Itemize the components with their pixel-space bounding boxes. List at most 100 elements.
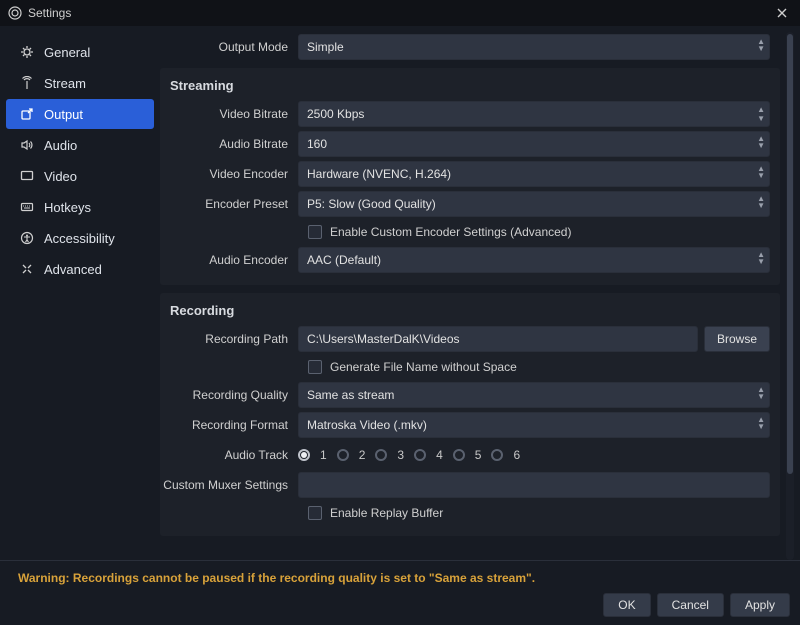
output-mode-label: Output Mode xyxy=(160,40,298,54)
video-bitrate-label: Video Bitrate xyxy=(160,107,298,121)
recording-format-select[interactable]: Matroska Video (.mkv) ▲▼ xyxy=(298,412,770,438)
sidebar-item-video[interactable]: Video xyxy=(6,161,154,191)
cancel-button[interactable]: Cancel xyxy=(657,593,724,617)
track-label: 6 xyxy=(513,448,520,462)
track-label: 1 xyxy=(320,448,327,462)
audio-encoder-value: AAC (Default) xyxy=(307,253,381,267)
content-pane: Output Mode Simple ▲▼ Streaming Video Bi… xyxy=(160,32,782,560)
accessibility-icon xyxy=(18,231,36,245)
audio-track-1-radio[interactable] xyxy=(298,449,310,461)
video-bitrate-value: 2500 Kbps xyxy=(307,107,364,121)
tools-icon xyxy=(18,262,36,276)
scrollbar-thumb[interactable] xyxy=(787,34,793,474)
gen-filename-no-space-label: Generate File Name without Space xyxy=(330,360,517,374)
sidebar-label: Video xyxy=(44,169,77,184)
video-encoder-value: Hardware (NVENC, H.264) xyxy=(307,167,451,181)
sidebar-label: Stream xyxy=(44,76,86,91)
export-icon xyxy=(18,107,36,121)
recording-quality-select[interactable]: Same as stream ▲▼ xyxy=(298,382,770,408)
output-mode-value: Simple xyxy=(307,40,344,54)
chevron-updown-icon: ▲▼ xyxy=(757,386,765,400)
obs-logo-icon xyxy=(8,6,22,20)
encoder-preset-value: P5: Slow (Good Quality) xyxy=(307,197,436,211)
custom-muxer-input[interactable] xyxy=(298,472,770,498)
audio-bitrate-value: 160 xyxy=(307,137,327,151)
audio-track-6-radio[interactable] xyxy=(491,449,503,461)
sidebar-item-stream[interactable]: Stream xyxy=(6,68,154,98)
video-encoder-label: Video Encoder xyxy=(160,167,298,181)
sidebar-label: Advanced xyxy=(44,262,102,277)
recording-quality-value: Same as stream xyxy=(307,388,394,402)
warning-text: Warning: Recordings cannot be paused if … xyxy=(10,567,790,593)
recording-format-label: Recording Format xyxy=(160,418,298,432)
audio-track-group: 1 2 3 4 5 6 xyxy=(298,448,770,462)
output-mode-row: Output Mode Simple ▲▼ xyxy=(160,32,780,62)
recording-quality-label: Recording Quality xyxy=(160,388,298,402)
monitor-icon xyxy=(18,169,36,183)
enable-replay-buffer-label: Enable Replay Buffer xyxy=(330,506,443,520)
chevron-updown-icon: ▲▼ xyxy=(757,38,765,52)
audio-track-2-radio[interactable] xyxy=(337,449,349,461)
gear-icon xyxy=(18,45,36,59)
sidebar-item-advanced[interactable]: Advanced xyxy=(6,254,154,284)
chevron-updown-icon: ▲▼ xyxy=(757,251,765,265)
sidebar-label: Output xyxy=(44,107,83,122)
chevron-updown-icon: ▲▼ xyxy=(757,165,765,179)
chevron-updown-icon: ▲▼ xyxy=(757,135,765,149)
recording-path-label: Recording Path xyxy=(160,332,298,346)
audio-track-5-radio[interactable] xyxy=(453,449,465,461)
sidebar: General Stream Output Audio Video Hotkey… xyxy=(0,26,160,560)
chevron-updown-icon: ▲▼ xyxy=(757,416,765,430)
antenna-icon xyxy=(18,76,36,90)
recording-section: Recording Recording Path C:\Users\Master… xyxy=(160,293,780,536)
scrollbar[interactable] xyxy=(786,32,794,560)
ok-button[interactable]: OK xyxy=(603,593,650,617)
recording-format-value: Matroska Video (.mkv) xyxy=(307,418,427,432)
streaming-section: Streaming Video Bitrate 2500 Kbps ▲▼ Aud… xyxy=(160,68,780,285)
gen-filename-no-space-checkbox[interactable] xyxy=(308,360,322,374)
spinner-icon[interactable]: ▲▼ xyxy=(757,105,765,123)
speaker-icon xyxy=(18,138,36,152)
titlebar: Settings xyxy=(0,0,800,26)
audio-encoder-select[interactable]: AAC (Default) ▲▼ xyxy=(298,247,770,273)
enable-replay-buffer-checkbox[interactable] xyxy=(308,506,322,520)
window-title: Settings xyxy=(28,6,772,20)
audio-track-label: Audio Track xyxy=(160,448,298,462)
keyboard-icon xyxy=(18,200,36,214)
sidebar-item-hotkeys[interactable]: Hotkeys xyxy=(6,192,154,222)
close-button[interactable] xyxy=(772,3,792,23)
recording-path-input[interactable]: C:\Users\MasterDalK\Videos xyxy=(298,326,698,352)
recording-path-value: C:\Users\MasterDalK\Videos xyxy=(307,332,460,346)
audio-track-4-radio[interactable] xyxy=(414,449,426,461)
apply-button[interactable]: Apply xyxy=(730,593,790,617)
encoder-preset-select[interactable]: P5: Slow (Good Quality) ▲▼ xyxy=(298,191,770,217)
browse-button[interactable]: Browse xyxy=(704,326,770,352)
enable-custom-encoder-label: Enable Custom Encoder Settings (Advanced… xyxy=(330,225,571,239)
settings-window: Settings General Stream Output Audio xyxy=(0,0,800,625)
streaming-title: Streaming xyxy=(160,74,780,99)
audio-encoder-label: Audio Encoder xyxy=(160,253,298,267)
sidebar-label: Accessibility xyxy=(44,231,115,246)
audio-track-3-radio[interactable] xyxy=(375,449,387,461)
track-label: 3 xyxy=(397,448,404,462)
video-bitrate-input[interactable]: 2500 Kbps ▲▼ xyxy=(298,101,770,127)
audio-bitrate-select[interactable]: 160 ▲▼ xyxy=(298,131,770,157)
sidebar-label: Audio xyxy=(44,138,77,153)
output-mode-select[interactable]: Simple ▲▼ xyxy=(298,34,770,60)
sidebar-item-audio[interactable]: Audio xyxy=(6,130,154,160)
sidebar-item-general[interactable]: General xyxy=(6,37,154,67)
sidebar-item-accessibility[interactable]: Accessibility xyxy=(6,223,154,253)
enable-custom-encoder-checkbox[interactable] xyxy=(308,225,322,239)
encoder-preset-label: Encoder Preset xyxy=(160,197,298,211)
sidebar-label: General xyxy=(44,45,90,60)
custom-muxer-label: Custom Muxer Settings xyxy=(160,478,298,492)
audio-bitrate-label: Audio Bitrate xyxy=(160,137,298,151)
footer: Warning: Recordings cannot be paused if … xyxy=(0,560,800,625)
sidebar-item-output[interactable]: Output xyxy=(6,99,154,129)
track-label: 4 xyxy=(436,448,443,462)
recording-title: Recording xyxy=(160,299,780,324)
sidebar-label: Hotkeys xyxy=(44,200,91,215)
video-encoder-select[interactable]: Hardware (NVENC, H.264) ▲▼ xyxy=(298,161,770,187)
chevron-updown-icon: ▲▼ xyxy=(757,195,765,209)
track-label: 2 xyxy=(359,448,366,462)
